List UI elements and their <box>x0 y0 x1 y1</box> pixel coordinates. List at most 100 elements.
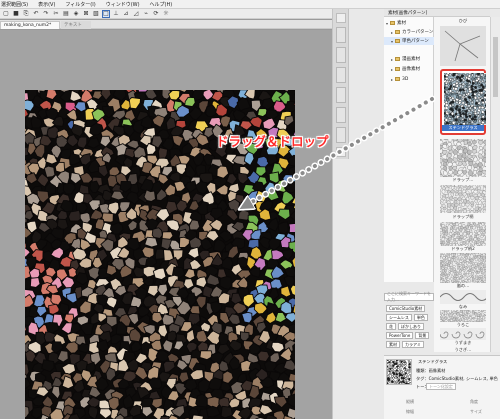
transform-icon[interactable]: ⟳ <box>152 10 160 18</box>
material-thumb[interactable] <box>439 328 486 340</box>
tree-item-image[interactable]: ▸ 画像素材 <box>384 65 434 73</box>
material-thumbnail-list: ひび ステンドグラス ドラップ… ドラップ柄 ドラップ柄2 嵐の… なみ うろこ… <box>434 17 494 352</box>
tree-item-label: 漫画素材 <box>402 57 420 62</box>
tree-item-root[interactable]: ▾ 素材 <box>384 19 434 27</box>
cut-icon[interactable]: ✂ <box>52 10 60 18</box>
undo-icon[interactable]: ↶ <box>32 10 40 18</box>
menu-bar: 選択範囲(S) 表示(V) フィルター(I) ウィンドウ(W) ヘルプ(H) <box>0 0 500 9</box>
snap-icon[interactable]: □ <box>102 9 110 18</box>
material-type: 種類：画像素材 <box>416 368 446 373</box>
material-palette-title: 素材[画像パターン] <box>384 9 490 17</box>
material-properties: ステンドグラス 種類：画像素材 タグ：ComicStudio素材, シームレス,… <box>384 355 500 419</box>
tag-chip[interactable]: PowerTone <box>386 332 414 339</box>
tag-search-input[interactable]: ここに検索キーワードを入力… <box>384 291 434 302</box>
properties-thumbnail <box>384 357 416 387</box>
redo-icon[interactable]: ↷ <box>42 10 50 18</box>
material-thumb[interactable] <box>438 307 491 326</box>
palette-tab-icon[interactable] <box>336 47 346 63</box>
grid-snap-icon[interactable]: ⊿ <box>122 10 130 18</box>
open-icon[interactable]: ▢ <box>2 10 10 18</box>
palette-tab-icon[interactable] <box>336 127 346 143</box>
tree-item-color-pattern[interactable]: ▸ カラーパターン <box>384 28 434 36</box>
drag-drop-annotation: ドラッグ＆ドロップ <box>216 134 329 149</box>
tag-chip[interactable]: 背景 <box>415 332 430 339</box>
palette-tab-icon[interactable] <box>336 87 346 103</box>
thumb-label-selected: ステンドグラス <box>442 125 484 131</box>
tone-settings-button[interactable]: トーン化設定 <box>426 383 456 390</box>
folder-icon <box>395 30 400 34</box>
settings-icon[interactable]: ☼ <box>162 10 170 18</box>
perspective-icon[interactable]: ◿ <box>132 10 140 18</box>
material-thumb[interactable] <box>437 219 493 252</box>
palette-tab-icon[interactable] <box>336 67 346 83</box>
menu-filter[interactable]: フィルター(I) <box>65 1 95 8</box>
tab-other[interactable]: テキスト <box>61 21 91 29</box>
palette-dock-strip <box>333 9 349 159</box>
thumb-label: ひび <box>458 18 468 23</box>
thumb-label: 嵐の… <box>456 283 470 288</box>
material-thumb[interactable] <box>440 26 486 66</box>
folder-icon <box>390 21 395 25</box>
tag-chip[interactable]: シームレス <box>386 314 412 321</box>
stained-glass-thumb <box>441 70 492 131</box>
palette-tab-icon[interactable] <box>336 107 346 123</box>
tag-chip[interactable]: 単色 <box>413 314 428 321</box>
material-tree: ▾ 素材 ▸ カラーパターン ▾ 単色パターン ▸ 漫画素材 ▸ 画像素材 ▸ … <box>384 17 434 282</box>
tree-item-3d[interactable]: ▸ 3D <box>384 75 434 83</box>
prop-label: 縦横 <box>406 399 414 404</box>
document-tabs: making_kona_num2* テキスト <box>0 20 332 29</box>
tree-item-manga[interactable]: ▸ 漫画素材 <box>384 55 434 63</box>
tag-row: シームレス 単色 <box>386 314 430 321</box>
tag-chip[interactable]: ComicStudio素材 <box>386 305 426 312</box>
material-thumb[interactable] <box>436 182 491 219</box>
palette-tab-icon[interactable] <box>336 27 346 43</box>
prop-label: 角度 <box>470 399 478 404</box>
thumb-label: ドラップ柄 <box>452 214 474 219</box>
tag-chip[interactable]: ぼかしあり <box>398 323 424 330</box>
menu-selection[interactable]: 選択範囲(S) <box>1 1 28 8</box>
material-thumb[interactable] <box>436 135 494 186</box>
material-thumb[interactable] <box>437 250 491 287</box>
fill-icon[interactable]: ◈ <box>72 10 80 18</box>
material-thumb[interactable] <box>439 290 489 304</box>
command-bar: ▢ ■ ⎘ ↶ ↷ ✂ ▤ ◈ ⊠ ▧ □ ⊥ ⊿ ◿ ⌁ ⟳ ☼ <box>0 9 332 19</box>
tag-row: ComicStudio素材 <box>386 305 427 312</box>
scrollbar-thumb[interactable] <box>493 37 498 97</box>
palette-tab-icon[interactable] <box>336 13 346 23</box>
thumb-label: うさぎ… <box>454 347 472 352</box>
material-thumb-selected[interactable]: ステンドグラス <box>440 69 492 135</box>
clear-icon[interactable]: ⊠ <box>82 10 90 18</box>
tag-row: 花 ぼかしあり <box>386 323 426 330</box>
tag-row: PowerTone 背景 <box>386 332 431 339</box>
folder-icon <box>395 57 400 61</box>
special-ruler-icon[interactable]: ⌁ <box>142 10 150 18</box>
thumb-label: ドラップ… <box>452 177 474 182</box>
tree-item-label: 単色パターン <box>402 39 429 44</box>
tree-item-label: カラーパターン <box>402 30 434 35</box>
prop-label: サイズ <box>470 409 482 414</box>
menu-help[interactable]: ヘルプ(H) <box>150 1 173 8</box>
copy-icon[interactable]: ⎘ <box>22 10 30 18</box>
material-name: ステンドグラス <box>418 359 448 364</box>
folder-icon <box>395 77 400 81</box>
tag-row: 素材 カラアミ <box>386 341 426 348</box>
thumb-label: ドラップ柄2 <box>451 246 475 251</box>
tree-item-label: 素材 <box>397 21 406 26</box>
save-icon[interactable]: ■ <box>12 10 20 18</box>
tag-chip[interactable]: 素材 <box>386 341 400 348</box>
thumbnail-scrollbar[interactable] <box>490 17 500 352</box>
folder-icon <box>395 39 400 43</box>
menu-window[interactable]: ウィンドウ(W) <box>106 1 140 8</box>
tree-item-label: 3D <box>402 76 409 82</box>
tree-item-label: 画像素材 <box>402 67 420 72</box>
ruler-snap-icon[interactable]: ⊥ <box>112 10 120 18</box>
tag-chip[interactable]: 花 <box>386 323 396 330</box>
material-tags: タグ：ComicStudio素材, シームレス, 単色 <box>416 376 498 381</box>
tag-chip[interactable]: カラアミ <box>402 341 424 348</box>
menu-view[interactable]: 表示(V) <box>38 1 55 8</box>
selection-icon[interactable]: ▧ <box>92 10 100 18</box>
palette-tab-icon[interactable] <box>336 147 346 157</box>
tab-document[interactable]: making_kona_num2* <box>0 21 60 29</box>
paste-icon[interactable]: ▤ <box>62 10 70 18</box>
tree-item-mono-pattern[interactable]: ▾ 単色パターン <box>384 37 434 45</box>
